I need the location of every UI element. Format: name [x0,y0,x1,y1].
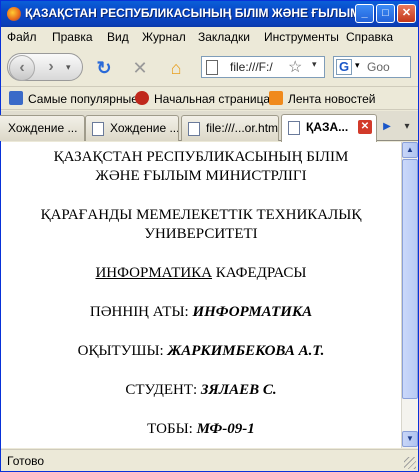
history-dropdown-icon[interactable]: ▾ [66,62,71,73]
rss-icon [269,91,283,105]
bookmark-start-page[interactable]: Начальная страница [135,91,270,107]
university-heading: ҚАРАҒАНДЫ МЕМЕЛЕКЕТТІК ТЕХНИКАЛЫҚ УНИВЕР… [40,207,362,242]
google-icon[interactable]: G [336,59,352,75]
teacher-value: ЖАРКИМБЕКОВА А.Т. [167,343,325,359]
tab-scroll-right-icon[interactable]: ▶ [379,116,395,138]
search-bar[interactable]: G ▾ Goo [333,56,411,78]
firefox-icon [135,91,149,105]
menu-tools[interactable]: Инструменты [264,30,339,44]
browser-window: ҚАЗАҚСТАН РЕСПУБЛИКАСЫНЫҢ БІЛІМ ЖӘНЕ ҒЫЛ… [0,0,419,472]
menu-history[interactable]: Журнал [142,30,186,44]
minimize-button[interactable]: _ [355,4,374,23]
tab-3[interactable]: file:///...or.htm [181,115,279,141]
forward-arrow-icon[interactable]: › [38,55,64,81]
search-input[interactable]: Goo [367,60,390,74]
tab-list-icon[interactable]: ▾ [399,116,415,138]
menu-bookmarks[interactable]: Закладки [198,30,250,44]
status-bar: Готово [1,449,418,471]
firefox-icon [7,7,21,21]
stop-icon[interactable]: ✕ [129,57,151,79]
department-line: ИНФОРМАТИКА КАФЕДРАСЫ [95,265,307,281]
vertical-scrollbar[interactable]: ▲ ▼ [401,142,418,448]
scrollbar-thumb[interactable] [402,159,418,399]
subject-value: ИНФОРМАТИКА [192,304,313,320]
bookmarks-icon [9,91,23,105]
group-value: МФ-09-1 [196,421,255,437]
window-title: ҚАЗАҚСТАН РЕСПУБЛИКАСЫНЫҢ БІЛІМ ЖӘНЕ ҒЫЛ… [25,6,355,20]
back-forward-group: ‹ › ▾ [7,53,83,81]
menu-edit[interactable]: Правка [52,30,93,44]
navigation-toolbar: ‹ › ▾ ↻ ✕ ⌂ file:///F:/ ☆ ▾ G ▾ Goo [1,47,418,87]
bookmark-most-visited[interactable]: Самые популярные [9,91,138,107]
tab-2[interactable]: Хождение ... [85,115,179,141]
star-icon[interactable]: ☆ [288,57,302,77]
maximize-button[interactable]: □ [376,4,395,23]
url-bar[interactable]: file:///F:/ ☆ ▾ [201,56,325,78]
menu-file[interactable]: Файл [7,30,37,44]
page-content: ҚАЗАҚСТАН РЕСПУБЛИКАСЫНЫҢ БІЛІМ ЖӘНЕ ҒЫЛ… [1,142,401,448]
page-icon [188,122,200,136]
tab-strip: ◀ Хождение ... Хождение ... file:///...o… [0,111,418,142]
title-bar[interactable]: ҚАЗАҚСТАН РЕСПУБЛИКАСЫНЫҢ БІЛІМ ЖӘНЕ ҒЫЛ… [1,1,418,27]
bookmark-news-feed[interactable]: Лента новостей [269,91,376,107]
close-button[interactable]: ✕ [397,4,416,23]
page-icon [206,60,218,75]
menu-view[interactable]: Вид [107,30,129,44]
url-dropdown-icon[interactable]: ▾ [312,59,317,70]
menu-help[interactable]: Справка [346,30,393,44]
department-name: ИНФОРМАТИКА [95,265,213,281]
search-engine-dropdown-icon[interactable]: ▾ [355,60,360,71]
tab-4-active[interactable]: ҚАЗА... ✕ [281,114,377,142]
back-arrow-icon[interactable]: ‹ [9,55,35,81]
url-text[interactable]: file:///F:/ [230,60,286,74]
student-value: ЗЯЛАЕВ С. [200,382,277,398]
student-line: СТУДЕНТ: ЗЯЛАЕВ С. [125,382,277,398]
ministry-heading: ҚАЗАҚСТАН РЕСПУБЛИКАСЫНЫҢ БІЛІМ ЖӘНЕ ҒЫЛ… [53,149,349,184]
tab-close-icon[interactable]: ✕ [358,120,372,134]
status-text: Готово [7,454,45,468]
scroll-down-icon[interactable]: ▼ [402,431,418,447]
title-page-document: ҚАЗАҚСТАН РЕСПУБЛИКАСЫНЫҢ БІЛІМ ЖӘНЕ ҒЫЛ… [1,142,401,439]
group-line: ТОБЫ: МФ-09-1 [147,421,255,437]
tab-1[interactable]: Хождение ... [0,115,85,141]
page-icon [92,122,104,136]
subject-line: ПӘННІҢ АТЫ: ИНФОРМАТИКА [89,304,313,320]
home-icon[interactable]: ⌂ [165,57,187,79]
page-icon [288,121,300,135]
teacher-line: ОҚЫТУШЫ: ЖАРКИМБЕКОВА А.Т. [77,343,325,359]
menu-bar: Файл Правка Вид Журнал Закладки Инструме… [1,27,418,47]
reload-icon[interactable]: ↻ [93,57,115,79]
resize-grip-icon[interactable] [404,457,416,469]
bookmarks-toolbar: Самые популярные Начальная страница Лент… [1,88,418,110]
scroll-up-icon[interactable]: ▲ [402,142,418,158]
